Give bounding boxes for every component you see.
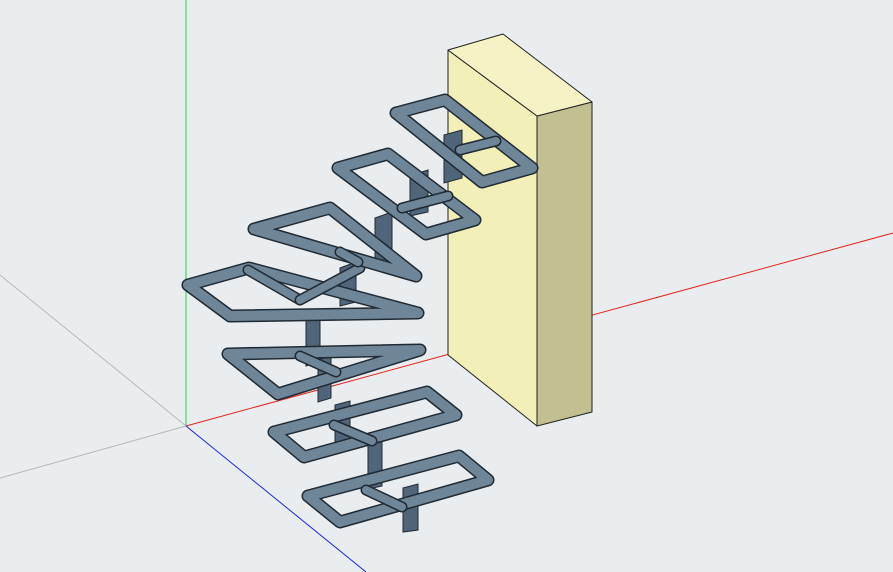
guide-line-down: [0, 425, 187, 479]
step-frame-2[interactable]: [267, 385, 463, 464]
wall-block[interactable]: [447, 33, 593, 427]
step-frame-4[interactable]: [181, 261, 425, 323]
step-frame-1[interactable]: [301, 449, 495, 529]
scene-canvas[interactable]: [0, 0, 893, 572]
wall-side-face: [536, 101, 593, 427]
3d-viewport[interactable]: [0, 0, 893, 572]
guide-line-left: [0, 274, 187, 427]
